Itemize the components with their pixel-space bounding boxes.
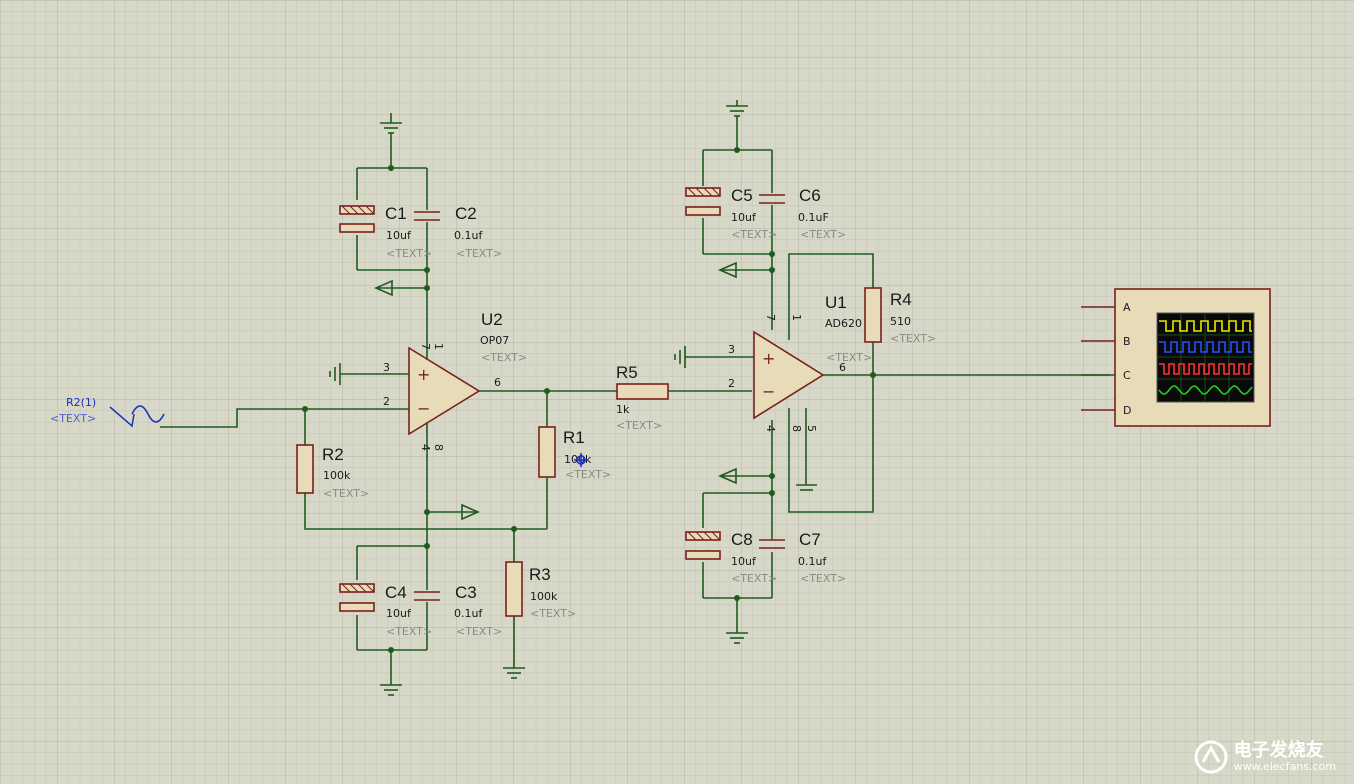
u1-ref: U1 [825,293,847,312]
r5-value: 1k [616,403,630,416]
u1-text: <TEXT> [826,351,872,364]
u2-text: <TEXT> [481,351,527,364]
u1-value: AD620 [825,317,862,330]
u1-minus-sign: − [762,382,775,401]
c4-text: <TEXT> [386,625,432,638]
generator-ref: R2(1) [66,396,96,409]
r3-text: <TEXT> [530,607,576,620]
u2-ref: U2 [481,310,503,329]
c3-ref: C3 [455,583,477,602]
c8-value: 10uf [731,555,757,568]
c1-text: <TEXT> [386,247,432,260]
u2-pin-7: 7 [419,343,432,350]
u1-pin-4: 4 [764,425,777,432]
c6-text: <TEXT> [800,228,846,241]
elecfans-logo-icon [1194,740,1228,774]
u2-pin-2: 2 [383,395,390,408]
r1-text: <TEXT> [565,468,611,481]
c4-value: 10uf [386,607,412,620]
r3-ref: R3 [529,565,551,584]
c2-ref: C2 [455,204,477,223]
r2-ref: R2 [322,445,344,464]
r2-value: 100k [323,469,351,482]
watermark-url: www.elecfans.com [1233,759,1336,773]
u1-pin-5: 5 [805,425,818,432]
watermark: 电子发烧友 www.elecfans.com [1194,740,1336,774]
c3-text: <TEXT> [456,625,502,638]
c7-ref: C7 [799,530,821,549]
u2-pin-8: 8 [432,444,445,451]
c2-text: <TEXT> [456,247,502,260]
u1-pin-2: 2 [728,377,735,390]
c1-ref: C1 [385,204,407,223]
r4-value: 510 [890,315,911,328]
u2-pin-3: 3 [383,361,390,374]
u2-value: OP07 [480,334,509,347]
c5-ref: C5 [731,186,753,205]
u1-plus-sign: + [762,349,775,368]
c4-ref: C4 [385,583,407,602]
r4-ref: R4 [890,290,912,309]
scope-channel-b: B [1123,335,1131,348]
u2-plus-sign: + [417,365,430,384]
c7-value: 0.1uf [798,555,827,568]
u1-pin-7: 7 [764,314,777,321]
u2-pin-4: 4 [419,444,432,451]
c3-value: 0.1uf [454,607,483,620]
c6-ref: C6 [799,186,821,205]
u1-pin-6: 6 [839,361,846,374]
c8-ref: C8 [731,530,753,549]
schematic-canvas[interactable]: C1 10uf <TEXT> C2 0.1uf <TEXT> + − U2 OP… [0,0,1354,784]
r2-text: <TEXT> [323,487,369,500]
u1-pin-3: 3 [728,343,735,356]
scope-channel-c: C [1123,369,1131,382]
c1-value: 10uf [386,229,412,242]
u1-pin-1: 1 [790,314,803,321]
c5-value: 10uf [731,211,757,224]
c6-value: 0.1uF [798,211,829,224]
scope-channel-a: A [1123,301,1131,314]
u2-minus-sign: − [417,399,430,418]
r5-text: <TEXT> [616,419,662,432]
r1-ref: R1 [563,428,585,447]
c8-text: <TEXT> [731,572,777,585]
r5-ref: R5 [616,363,638,382]
scope-channel-d: D [1123,404,1131,417]
u2-pin-1: 1 [432,343,445,350]
watermark-cn: 电子发烧友 [1233,740,1324,762]
r4-text: <TEXT> [890,332,936,345]
u1-pin-8: 8 [790,425,803,432]
c2-value: 0.1uf [454,229,483,242]
c7-text: <TEXT> [800,572,846,585]
c5-text: <TEXT> [731,228,777,241]
generator-text: <TEXT> [50,412,96,425]
r3-value: 100k [530,590,558,603]
u2-pin-6: 6 [494,376,501,389]
